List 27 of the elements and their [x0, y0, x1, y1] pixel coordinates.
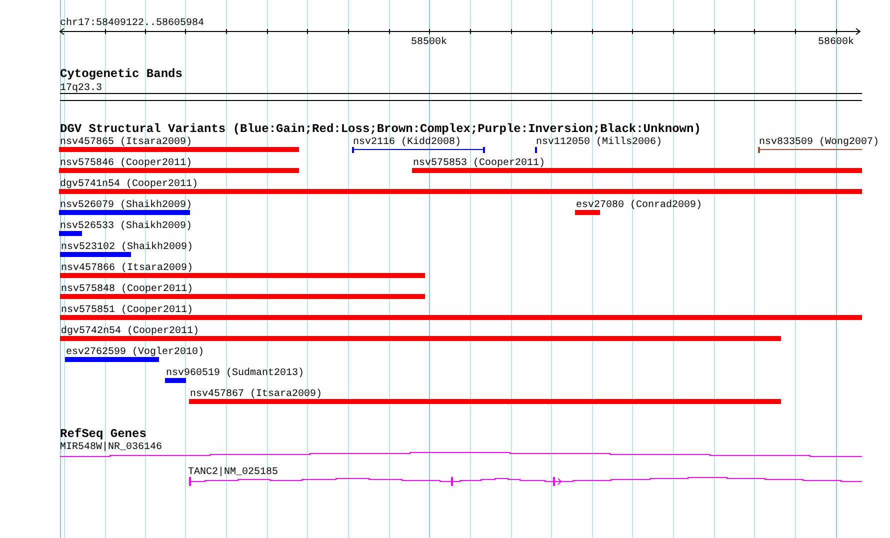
tick-label: 58600k — [818, 37, 854, 48]
variant-label: nsv575848 (Cooper2011) — [61, 284, 194, 295]
gene-label: MIR548W|NR_036146 — [60, 442, 162, 453]
variant-label: nsv2116 (Kidd2008) — [353, 137, 462, 148]
region-label: chr17:58409122..58605984 — [60, 18, 204, 29]
variant-label: nsv526079 (Shaikh2009) — [60, 200, 192, 211]
variant-label: nsv112050 (Mills2006) — [536, 137, 662, 148]
variant-label: nsv833509 (Wong2007) — [759, 137, 880, 148]
band-label: 17q23.3 — [60, 83, 102, 94]
variant-label: nsv457867 (Itsara2009) — [190, 389, 322, 400]
tick-label: 58500k — [410, 37, 447, 48]
variant-label: nsv526533 (Shaikh2009) — [60, 221, 192, 232]
variant-label: esv27080 (Conrad2009) — [576, 200, 702, 211]
variant-label: nsv457865 (Itsara2009) — [60, 137, 192, 148]
variant-label: nsv523102 (Shaikh2009) — [61, 242, 194, 253]
variant-label: nsv960519 (Sudmant2013) — [166, 368, 304, 379]
gene-label: TANC2|NM_025185 — [188, 467, 278, 478]
variant-label: nsv575853 (Cooper2011) — [413, 158, 546, 169]
variant-label: nsv457866 (Itsara2009) — [61, 263, 194, 274]
track-title: RefSeq Genes — [60, 427, 146, 441]
track-title: DGV Structural Variants (Blue:Gain;Red:Loss;Brown:Complex;Purple:Inversion;Black:Unknown) — [60, 122, 701, 136]
variant-label: esv2762599 (Vogler2010) — [66, 347, 204, 358]
variant-label: dgv5741n54 (Cooper2011) — [60, 179, 198, 190]
variant-label: nsv575851 (Cooper2011) — [61, 305, 194, 316]
variant-label: nsv575846 (Cooper2011) — [60, 158, 192, 169]
track-title: Cytogenetic Bands — [60, 67, 182, 81]
variant-label: dgv5742n54 (Cooper2011) — [61, 326, 200, 337]
